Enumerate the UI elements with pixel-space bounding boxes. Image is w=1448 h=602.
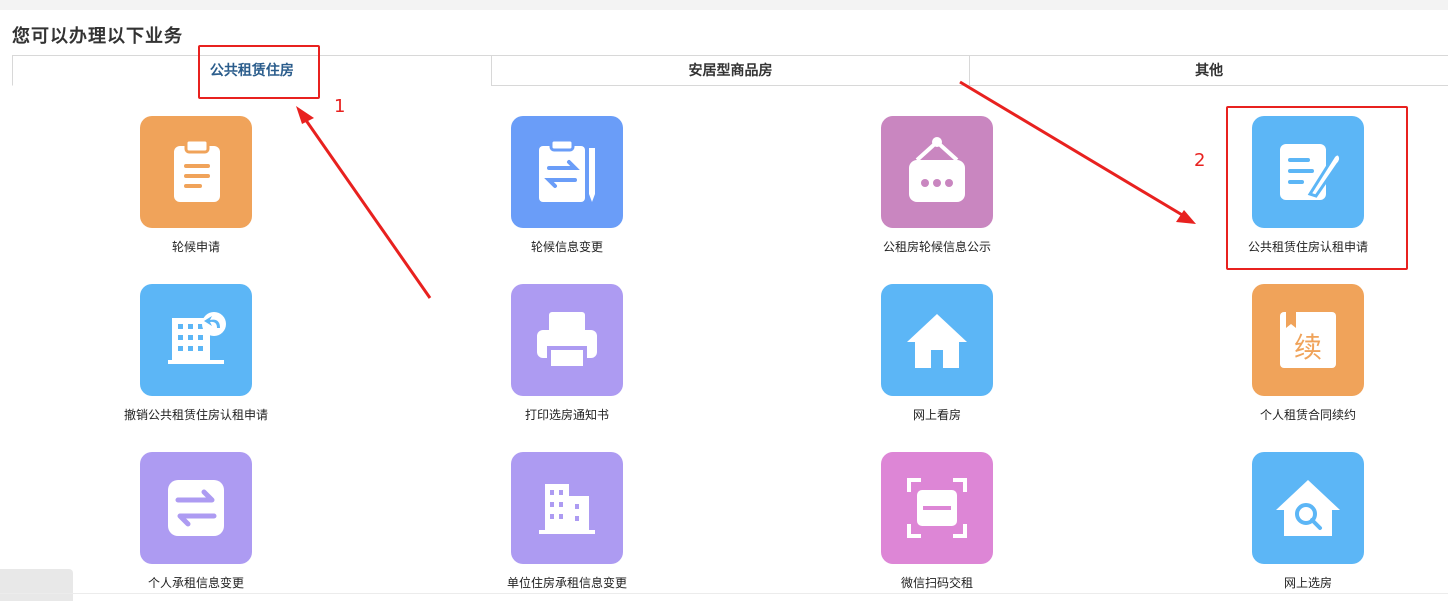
arrow-to-tab bbox=[301, 115, 432, 299]
arrow-to-tile bbox=[959, 80, 1185, 218]
bottom-divider bbox=[0, 593, 1448, 594]
bottom-left-panel bbox=[0, 569, 73, 601]
annotation-arrows bbox=[296, 80, 1196, 299]
arrow-head-to-tab bbox=[296, 106, 314, 124]
